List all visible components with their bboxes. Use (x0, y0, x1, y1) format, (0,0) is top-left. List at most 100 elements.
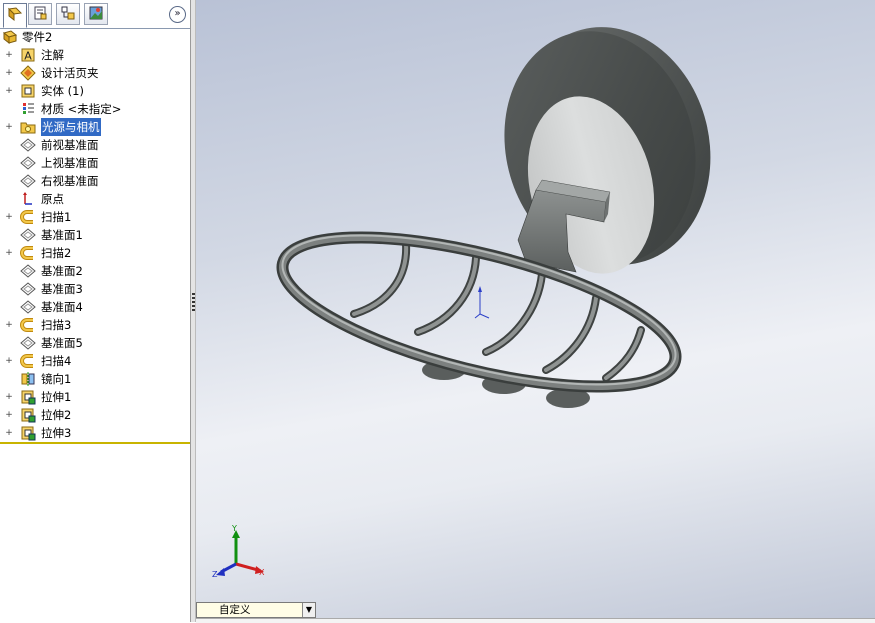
tree-item-sweep1[interactable]: + 扫描1 (0, 208, 190, 226)
tree-item-label: 拉伸3 (41, 426, 72, 440)
tree-item-front-plane[interactable]: 前视基准面 (0, 136, 190, 154)
view-orientation-select[interactable]: 自定义 ▼ (196, 602, 316, 618)
tree-item-label: 实体 (1) (41, 84, 84, 98)
origin-marker (474, 286, 490, 319)
tree-item-label: 基准面2 (41, 264, 83, 278)
splitter-grip-icon[interactable] (192, 293, 195, 313)
part-icon (2, 29, 18, 45)
svg-text:A: A (24, 50, 32, 63)
triad-z-label: Z (212, 570, 218, 579)
tree-item-label: 拉伸2 (41, 408, 72, 422)
tree-item-plane1[interactable]: 基准面1 (0, 226, 190, 244)
feature-tree-icon (7, 6, 23, 25)
tree-item-lights-cameras[interactable]: + 光源与相机 (0, 118, 190, 136)
tree-root-part[interactable]: 零件2 (0, 28, 190, 46)
configuration-icon (60, 5, 76, 24)
tree-item-label: 基准面3 (41, 282, 83, 296)
expand-icon[interactable]: + (5, 69, 13, 78)
plane-icon (20, 335, 36, 351)
tree-item-label: 原点 (41, 192, 64, 206)
tree-item-annotations[interactable]: + A 注解 (0, 46, 190, 64)
sweep-icon (20, 209, 36, 225)
tree-item-label: 材质 <未指定> (41, 102, 122, 116)
tree-item-label: 拉伸1 (41, 390, 72, 404)
tree-item-extrude1[interactable]: + 拉伸1 (0, 388, 190, 406)
tree-item-mirror1[interactable]: 镜向1 (0, 370, 190, 388)
material-icon (20, 101, 36, 117)
tree-item-label: 设计活页夹 (41, 66, 99, 80)
tree-item-plane5[interactable]: 基准面5 (0, 334, 190, 352)
solid-bodies-icon (20, 83, 36, 99)
plane-icon (20, 299, 36, 315)
tree-item-plane2[interactable]: 基准面2 (0, 262, 190, 280)
expand-icon[interactable]: + (5, 357, 13, 366)
tree-item-material[interactable]: 材质 <未指定> (0, 100, 190, 118)
plane-icon (20, 155, 36, 171)
expand-icon[interactable]: + (5, 51, 13, 60)
feature-tree: 零件2 + A 注解 + 设计活页夹 + 实体 (1) 材质 <未指定> + 光… (0, 28, 190, 442)
expand-icon[interactable]: + (5, 87, 13, 96)
sweep-icon (20, 245, 36, 261)
extrude-icon (20, 425, 36, 441)
tree-item-plane3[interactable]: 基准面3 (0, 280, 190, 298)
triad-x-label: X (259, 568, 265, 577)
display-manager-icon (88, 5, 104, 24)
expand-icon[interactable]: + (5, 249, 13, 258)
graphics-viewport[interactable]: Y X Z 自定义 ▼ (196, 0, 875, 622)
tree-item-right-plane[interactable]: 右视基准面 (0, 172, 190, 190)
tree-item-label: 前视基准面 (41, 138, 99, 152)
sweep-icon (20, 317, 36, 333)
property-sheet-icon (32, 5, 48, 24)
tree-item-origin[interactable]: 原点 (0, 190, 190, 208)
plane-icon (20, 173, 36, 189)
soap-dish-model[interactable]: Y X Z (196, 0, 875, 622)
mirror-icon (20, 371, 36, 387)
tree-item-extrude2[interactable]: + 拉伸2 (0, 406, 190, 424)
displaymanager-tab[interactable] (84, 3, 108, 25)
featuremanager-pane: » 零件2 + A 注解 + 设计活页夹 + 实体 (1) 材质 <未指定> +… (0, 0, 190, 622)
origin-icon (20, 191, 36, 207)
expand-icon[interactable]: + (5, 213, 13, 222)
rollback-bar[interactable] (0, 442, 190, 444)
tree-item-design-binder[interactable]: + 设计活页夹 (0, 64, 190, 82)
tree-item-label: 上视基准面 (41, 156, 99, 170)
tree-item-sweep3[interactable]: + 扫描3 (0, 316, 190, 334)
tree-item-sweep2[interactable]: + 扫描2 (0, 244, 190, 262)
tree-item-label: 基准面4 (41, 300, 83, 314)
plane-icon (20, 227, 36, 243)
status-strip (196, 618, 875, 623)
tree-item-label: 右视基准面 (41, 174, 99, 188)
expand-icon[interactable]: + (5, 123, 13, 132)
design-binder-icon (20, 65, 36, 81)
view-triad[interactable]: Y X Z (212, 524, 265, 579)
suction-cup-disc (504, 27, 711, 274)
extrude-icon (20, 407, 36, 423)
collapse-pane-button[interactable]: » (169, 6, 186, 23)
tree-item-label: 扫描2 (41, 246, 72, 260)
tree-item-label: 基准面1 (41, 228, 83, 242)
expand-icon[interactable]: + (5, 411, 13, 420)
expand-icon[interactable]: + (5, 393, 13, 402)
plane-icon (20, 137, 36, 153)
tree-item-top-plane[interactable]: 上视基准面 (0, 154, 190, 172)
tree-item-label: 注解 (41, 48, 64, 62)
configurationmanager-tab[interactable] (56, 3, 80, 25)
propertymanager-tab[interactable] (28, 3, 52, 25)
annotation-icon: A (20, 47, 36, 63)
expand-icon[interactable]: + (5, 321, 13, 330)
tree-item-sweep4[interactable]: + 扫描4 (0, 352, 190, 370)
tree-item-label-selected: 光源与相机 (41, 118, 101, 136)
plane-icon (20, 263, 36, 279)
chevron-down-icon[interactable]: ▼ (302, 603, 315, 617)
tree-item-label: 扫描1 (41, 210, 72, 224)
plane-icon (20, 281, 36, 297)
tree-root-label: 零件2 (22, 30, 53, 44)
expand-icon[interactable]: + (5, 429, 13, 438)
tree-item-extrude3[interactable]: + 拉伸3 (0, 424, 190, 442)
featuremanager-tab[interactable] (3, 3, 27, 28)
lights-cameras-icon (20, 119, 36, 135)
tree-item-label: 扫描3 (41, 318, 72, 332)
tree-item-plane4[interactable]: 基准面4 (0, 298, 190, 316)
manager-tab-bar: » (0, 0, 190, 29)
tree-item-solid-bodies[interactable]: + 实体 (1) (0, 82, 190, 100)
